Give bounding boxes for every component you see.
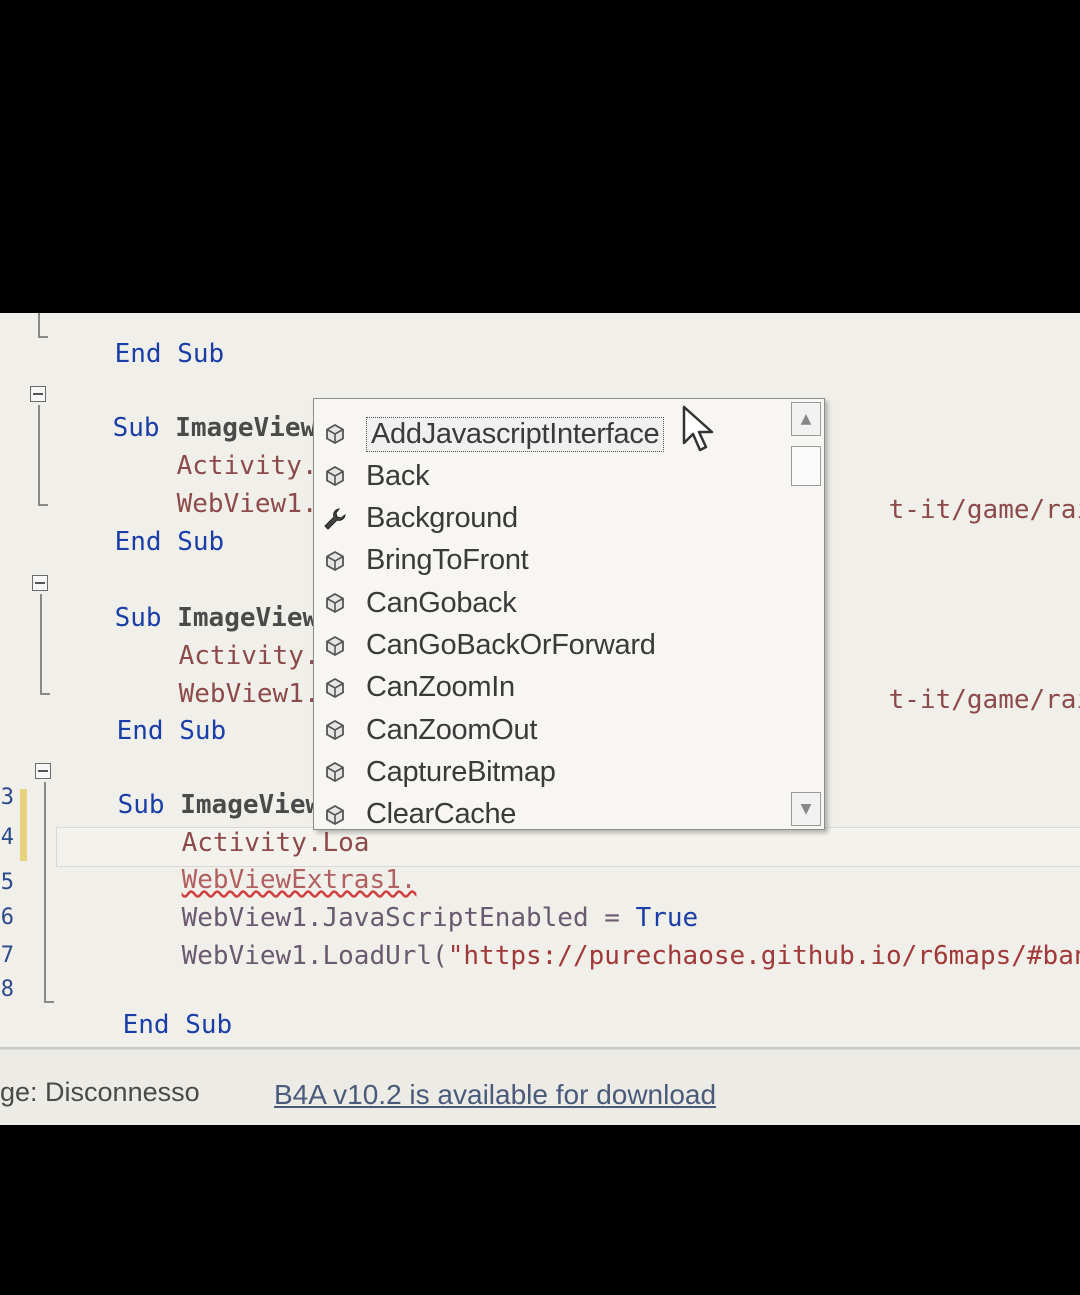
modified-line-marker (20, 789, 27, 861)
update-available-link[interactable]: B4A v10.2 is available for download (274, 1079, 716, 1111)
code-text: WebView1.LoadUrl( (181, 941, 448, 971)
line-number: 5 (0, 870, 14, 895)
method-icon (322, 421, 348, 447)
autocomplete-item[interactable]: Background (314, 498, 784, 540)
line-number: 3 (0, 785, 14, 810)
autocomplete-item[interactable]: ClearCache (314, 794, 784, 836)
fold-guide-end (44, 1001, 54, 1003)
fold-guide (40, 594, 42, 694)
fold-guide-end (38, 504, 48, 506)
autocomplete-item-label: BringToFront (366, 544, 529, 577)
method-icon (322, 548, 348, 574)
autocomplete-item-label: Background (366, 502, 518, 535)
fold-toggle[interactable] (35, 763, 51, 779)
popup-scrollbar[interactable]: ▲ ▼ (791, 402, 821, 826)
autocomplete-item[interactable]: BringToFront (314, 540, 784, 582)
line-number: 8 (0, 977, 14, 1002)
autocomplete-item-label: CanZoomIn (366, 671, 515, 704)
fold-toggle[interactable] (30, 386, 46, 402)
autocomplete-item[interactable]: CanGoBackOrForward (314, 625, 784, 667)
line-number: 7 (0, 943, 14, 968)
autocomplete-item-label: CanGoBackOrForward (366, 629, 656, 661)
fold-guide (44, 782, 46, 1002)
connection-status: ge: Disconnesso (0, 1077, 200, 1107)
triangle-up-icon: ▲ (800, 411, 812, 427)
scroll-down-button[interactable]: ▼ (791, 792, 821, 826)
keyword: End (122, 1010, 170, 1040)
code-line-overflow: t-it/game/rainbo (826, 459, 1080, 561)
autocomplete-item-label: Back (366, 459, 430, 492)
autocomplete-item-label: ClearCache (366, 798, 517, 831)
status-bar: ge: Disconnesso B4A v10.2 is available f… (0, 1047, 1080, 1125)
keyword: End Sub (114, 339, 225, 369)
autocomplete-item-label: AddJavascriptInterface (366, 416, 665, 452)
scroll-up-button[interactable]: ▲ (791, 402, 821, 436)
code-text: t-it/game/rainbo (888, 495, 1080, 525)
autocomplete-item-label: CanZoomOut (366, 713, 538, 746)
line-number: 4 (0, 825, 14, 850)
fold-toggle[interactable] (32, 575, 48, 591)
code-line-overflow: t-it/game/rainbo (826, 649, 1080, 751)
ide-window: 3 4 5 6 7 8 End Sub Sub ImageView11_Clic… (0, 313, 1080, 1125)
fold-guide (38, 313, 40, 337)
mouse-pointer-icon (682, 405, 714, 452)
autocomplete-item-label: CanGoback (366, 586, 517, 619)
fold-guide (38, 405, 40, 505)
autocomplete-item[interactable]: CanZoomOut (314, 709, 784, 751)
keyword: Sub (177, 527, 225, 557)
status-separator (0, 1049, 1080, 1050)
keyword: End (116, 716, 164, 746)
triangle-down-icon: ▼ (800, 801, 812, 817)
property-icon (322, 506, 348, 532)
scrollbar-thumb[interactable] (791, 446, 821, 486)
keyword: Sub (179, 716, 227, 746)
keyword: End (114, 527, 162, 557)
autocomplete-item[interactable]: Back (314, 455, 784, 497)
fold-guide-end (40, 693, 50, 695)
autocomplete-item-label: CaptureBitmap (366, 755, 556, 788)
line-number-gutter: 3 4 5 6 7 8 (0, 313, 24, 1053)
fold-guide-end (38, 336, 48, 338)
code-text: t-it/game/rainbo (888, 685, 1080, 715)
method-icon (322, 759, 348, 785)
method-icon (322, 717, 348, 743)
method-icon (322, 590, 348, 616)
autocomplete-popup[interactable]: AddJavascriptInterface Back Background Brin… (313, 398, 825, 830)
autocomplete-item[interactable]: CanZoomIn (314, 667, 784, 709)
method-icon (322, 802, 348, 828)
autocomplete-item[interactable]: CanGoback (314, 582, 784, 624)
code-line[interactable]: WebView1.LoadUrl("https://purechaose.git… (119, 905, 1080, 1007)
autocomplete-item[interactable]: CaptureBitmap (314, 751, 784, 793)
method-icon (322, 675, 348, 701)
method-icon (322, 463, 348, 489)
keyword: Sub (185, 1010, 233, 1040)
line-number: 6 (0, 905, 14, 930)
string-literal: "https://purechaose.github.io/r6maps/#ba… (447, 941, 1080, 971)
method-icon (322, 633, 348, 659)
